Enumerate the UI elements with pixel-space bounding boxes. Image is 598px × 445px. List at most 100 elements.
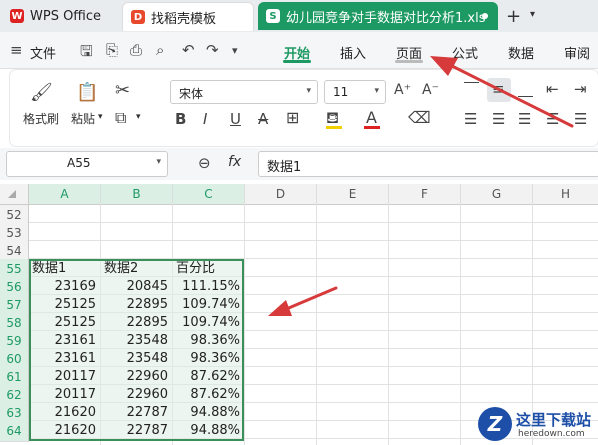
table-cell[interactable]: 22787 [101, 403, 171, 423]
font-name-chevron-icon: ▾ [306, 86, 311, 96]
distribute-icon[interactable]: ☰ [574, 110, 587, 128]
tab-list-chevron-icon[interactable]: ▾ [530, 9, 535, 20]
undo-icon[interactable]: ↶ [182, 41, 195, 59]
table-cell[interactable]: 109.74% [173, 295, 243, 315]
tab-document[interactable]: S 幼儿园竞争对手数据对比分析1.xlsx [258, 2, 498, 30]
column-header-b[interactable]: B [101, 184, 173, 205]
table-cell[interactable]: 23161 [29, 331, 99, 351]
menu-tab-data[interactable]: 数据 [508, 43, 534, 62]
table-cell[interactable]: 25125 [29, 313, 99, 333]
paste-chevron-icon[interactable]: ▾ [98, 112, 103, 122]
watermark-url: heredown.com [518, 429, 585, 439]
table-cell[interactable]: 109.74% [173, 313, 243, 333]
name-box[interactable]: A55 ▾ [6, 151, 168, 177]
export-icon[interactable]: ⎘ [106, 41, 118, 59]
row-header-64[interactable]: 64 [0, 421, 29, 442]
font-size-select[interactable]: 11 ▾ [324, 80, 386, 104]
cell-c55[interactable]: 百分比 [173, 259, 245, 279]
zoom-search-icon[interactable]: ⊖ [198, 154, 211, 172]
paste-label[interactable]: 粘贴 [71, 110, 95, 127]
copy-icon[interactable]: ⧉ [115, 108, 126, 128]
table-cell[interactable]: 22895 [101, 295, 171, 315]
watermark-logo-icon: Z [478, 407, 512, 441]
cut-icon[interactable]: ✂ [115, 80, 130, 101]
menu-tab-review[interactable]: 审阅 [564, 43, 590, 62]
decrease-font-icon[interactable]: A⁻ [422, 82, 439, 98]
align-center-icon[interactable]: ☰ [492, 110, 505, 128]
new-tab-plus-icon[interactable]: + [506, 6, 521, 27]
table-cell[interactable]: 22895 [101, 313, 171, 333]
align-middle-icon[interactable]: ≡ [492, 80, 505, 98]
table-cell[interactable]: 98.36% [173, 349, 243, 369]
name-box-value: A55 [67, 156, 91, 170]
format-painter-icon[interactable]: 🖌 [30, 82, 53, 103]
bold-icon[interactable]: B [175, 110, 186, 128]
column-header-h[interactable]: H [533, 184, 598, 205]
table-cell[interactable]: 20845 [101, 277, 171, 297]
strikethrough-icon[interactable]: A [258, 110, 268, 128]
menu-file[interactable]: 文件 [30, 43, 56, 62]
align-top-icon[interactable]: ⎺ [464, 80, 479, 98]
font-name-select[interactable]: 宋体 ▾ [170, 80, 318, 104]
align-bottom-icon[interactable]: ⎽ [518, 80, 533, 98]
tab-template[interactable]: D 找稻壳模板 [122, 2, 254, 31]
column-header-f[interactable]: F [389, 184, 461, 205]
column-header-d[interactable]: D [245, 184, 317, 205]
preview-icon[interactable]: ⌕ [156, 41, 164, 59]
clear-format-icon[interactable]: ⌫ [408, 108, 431, 127]
table-cell[interactable]: 22787 [101, 421, 171, 441]
table-cell[interactable]: 87.62% [173, 367, 243, 387]
italic-icon[interactable]: I [203, 110, 207, 128]
table-cell[interactable]: 25125 [29, 295, 99, 315]
hamburger-menu-icon[interactable]: ≡ [10, 41, 23, 59]
tab-wps-office[interactable]: W WPS Office [2, 2, 112, 30]
font-color-icon[interactable]: A [366, 108, 377, 127]
table-cell[interactable]: 21620 [29, 403, 99, 423]
menu-tab-insert[interactable]: 插入 [340, 43, 366, 62]
table-cell[interactable]: 87.62% [173, 385, 243, 405]
justify-icon[interactable]: ☰ [546, 110, 559, 128]
table-cell[interactable]: 94.88% [173, 421, 243, 441]
indent-icon[interactable]: ⇥ [574, 80, 587, 98]
format-painter-label[interactable]: 格式刷 [23, 110, 59, 127]
cell-b55[interactable]: 数据2 [101, 259, 173, 279]
tab-document-label: 幼儿园竞争对手数据对比分析1.xlsx [286, 10, 486, 26]
cell-a55[interactable]: 数据1 [29, 259, 101, 279]
font-size-chevron-icon: ▾ [374, 86, 379, 96]
unsaved-dot-icon [482, 13, 488, 19]
table-cell[interactable]: 94.88% [173, 403, 243, 423]
redo-icon[interactable]: ↷ [206, 41, 219, 59]
save-icon[interactable]: 🖫 [80, 41, 93, 66]
increase-font-icon[interactable]: A⁺ [394, 82, 411, 98]
paste-icon[interactable]: 📋 [76, 82, 98, 103]
spreadsheet-icon: S [266, 9, 280, 23]
table-cell[interactable]: 23548 [101, 349, 171, 369]
table-cell[interactable]: 22960 [101, 385, 171, 405]
table-cell[interactable]: 23169 [29, 277, 99, 297]
table-cell[interactable]: 23161 [29, 349, 99, 369]
table-cell[interactable]: 20117 [29, 385, 99, 405]
function-fx-icon[interactable]: fx [228, 154, 241, 170]
select-all-triangle-icon [8, 190, 16, 198]
table-cell[interactable]: 20117 [29, 367, 99, 387]
underline-icon[interactable]: U [230, 110, 241, 128]
column-header-g[interactable]: G [461, 184, 533, 205]
column-header-c[interactable]: C [173, 184, 245, 205]
table-cell[interactable]: 111.15% [173, 277, 243, 297]
formula-input[interactable]: 数据1 [258, 151, 598, 177]
column-header-e[interactable]: E [317, 184, 389, 205]
hover-tab-underline [395, 60, 423, 63]
outdent-icon[interactable]: ⇤ [546, 80, 559, 98]
border-icon[interactable]: ⊞ [286, 108, 299, 127]
table-cell[interactable]: 22960 [101, 367, 171, 387]
table-cell[interactable]: 23548 [101, 331, 171, 351]
menu-tab-formula[interactable]: 公式 [452, 43, 478, 62]
table-cell[interactable]: 21620 [29, 421, 99, 441]
align-left-icon[interactable]: ☰ [464, 110, 477, 128]
print-icon[interactable]: ⎙ [130, 41, 142, 59]
quick-access-chevron-icon[interactable]: ▾ [232, 44, 238, 57]
table-cell[interactable]: 98.36% [173, 331, 243, 351]
align-right-icon[interactable]: ☰ [518, 110, 531, 128]
copy-chevron-icon[interactable]: ▾ [136, 112, 141, 122]
column-header-a[interactable]: A [29, 184, 101, 205]
